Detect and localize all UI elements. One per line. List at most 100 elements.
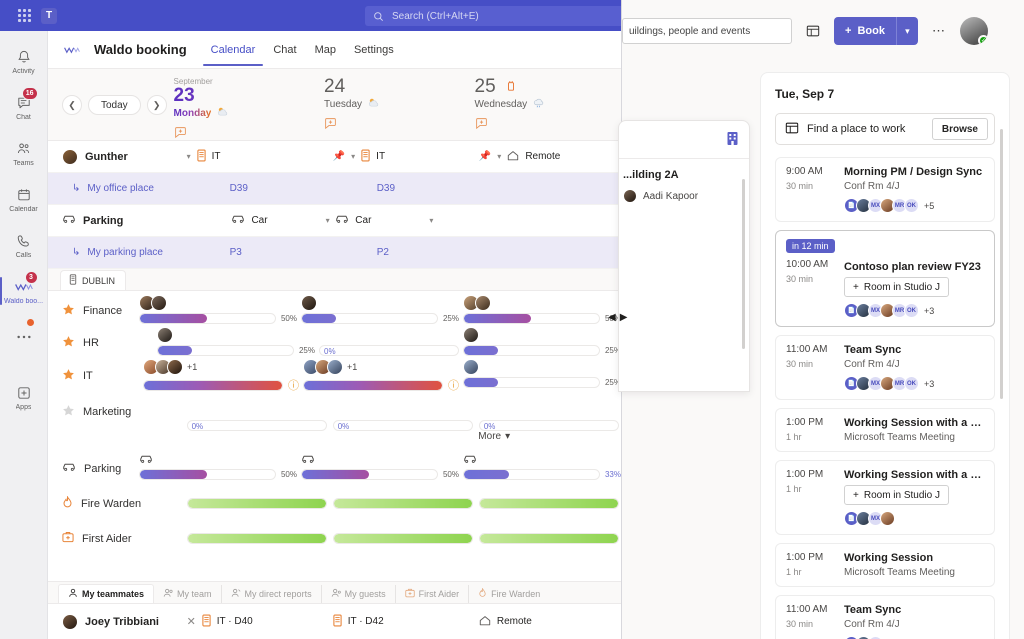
event-card[interactable]: 11:00 AM 30 min Team Sync Conf Rm 4/J 📄 … <box>775 335 995 400</box>
cell-day2[interactable]: 📌 ▾ IT <box>329 149 475 165</box>
dept-cell-day1[interactable]: 0% <box>183 393 329 431</box>
avatar[interactable]: ✓ <box>959 17 988 45</box>
capacity-warning-icon[interactable]: ⓘ <box>448 377 459 393</box>
sidebar-item-activity[interactable]: Activity <box>0 39 48 83</box>
list-item[interactable]: Aadi Kapoor <box>623 189 741 203</box>
dept-cell-day1[interactable]: +1 ⓘ <box>139 359 299 393</box>
facility-cell-day3[interactable] <box>475 498 621 509</box>
tab-chat[interactable]: Chat <box>271 34 298 65</box>
dept-cell-day3[interactable]: 0% <box>475 393 621 431</box>
tab-map[interactable]: Map <box>313 34 338 65</box>
facility-cell-day2[interactable] <box>329 533 475 544</box>
facility-cell-day2[interactable]: 50% <box>297 451 459 486</box>
cell-day1[interactable]: D39 <box>180 183 327 194</box>
dept-cell-day3[interactable]: 25% <box>459 327 621 359</box>
agenda-scrollbar[interactable] <box>1000 129 1003 399</box>
event-card[interactable]: 9:00 AM 30 min Morning PM / Design Sync … <box>775 157 995 222</box>
table-row-parking[interactable]: Parking Car ▾ Car ▾ <box>48 205 621 237</box>
sidebar-item-chat[interactable]: 16 Chat <box>0 85 48 129</box>
add-room-button[interactable]: + Room in Studio J <box>844 277 949 297</box>
facility-cell-day2[interactable] <box>329 498 475 509</box>
facility-row-fire-warden[interactable]: Fire Warden <box>48 486 621 521</box>
tab-dublin[interactable]: DUBLIN <box>60 270 127 290</box>
tab-my-teammates[interactable]: My teammates <box>58 584 155 603</box>
star-icon[interactable] <box>62 335 75 351</box>
more-button[interactable]: More ▾ <box>478 431 621 442</box>
tab-first-aider[interactable]: First Aider <box>395 585 470 603</box>
event-card[interactable]: 1:00 PM 1 hr Working Session with a very… <box>775 460 995 535</box>
dept-row-hr[interactable]: HR 25% 0% 25% <box>48 327 621 359</box>
facility-cell-day1[interactable] <box>183 533 329 544</box>
panel-scrollbar[interactable] <box>742 179 745 349</box>
cell-day1[interactable]: ✕ IT · D40 <box>183 614 329 630</box>
facility-row-parking[interactable]: Parking 50% 50% 33% <box>48 451 621 486</box>
table-row-office-place[interactable]: ↳ My office place D39 D39 <box>48 173 621 205</box>
cell-day2[interactable]: D39 <box>327 183 474 194</box>
find-place-to-work[interactable]: Find a place to work Browse <box>775 113 995 145</box>
chevron-down-icon[interactable]: ▾ <box>326 216 330 225</box>
dept-row-it[interactable]: IT +1 ⓘ +1 ⓘ 25% <box>48 359 621 393</box>
building-icon[interactable] <box>726 131 739 149</box>
day-column-23[interactable]: September 23 Monday <box>170 77 320 140</box>
add-event-icon[interactable] <box>475 117 621 133</box>
add-room-button[interactable]: + Room in Studio J <box>844 485 949 505</box>
arrow-left-icon[interactable]: ◀ <box>608 312 616 323</box>
cell-day2[interactable]: Car ▾ <box>331 214 476 227</box>
today-button[interactable]: Today <box>88 95 141 115</box>
cell-day2[interactable]: P2 <box>327 247 474 258</box>
app-launcher-icon[interactable] <box>18 9 31 22</box>
facility-cell-day1[interactable]: 50% <box>135 451 297 486</box>
chevron-down-icon[interactable]: ▾ <box>187 152 191 161</box>
table-row-joey[interactable]: Joey Tribbiani ✕ IT · D40 IT · D42 Remot… <box>48 603 621 639</box>
close-icon[interactable]: ✕ <box>187 615 196 628</box>
tab-calendar[interactable]: Calendar <box>202 34 263 66</box>
dept-cell-day2[interactable]: 25% <box>297 295 459 327</box>
chevron-down-icon[interactable]: ▾ <box>497 152 501 161</box>
chevron-down-icon[interactable]: ▾ <box>351 152 355 161</box>
add-event-icon[interactable] <box>174 126 320 142</box>
capacity-warning-icon[interactable]: ⓘ <box>288 377 299 393</box>
book-dropdown-button[interactable]: ▾ <box>895 17 918 45</box>
next-day-button[interactable]: ❯ <box>146 95 167 115</box>
dept-cell-day2[interactable]: 0% <box>329 393 475 431</box>
cell-day1[interactable]: Car ▾ <box>181 214 331 227</box>
dept-cell-day2[interactable]: +1 ⓘ <box>299 359 459 393</box>
tab-my-direct-reports[interactable]: My direct reports <box>221 585 322 603</box>
facility-cell-day1[interactable] <box>183 498 329 509</box>
chevron-down-icon[interactable]: ▾ <box>429 216 433 225</box>
browse-button[interactable]: Browse <box>931 118 988 140</box>
dept-cell-day1[interactable]: 50% <box>135 295 297 327</box>
event-card[interactable]: 1:00 PM 1 hr Working Session with a very… <box>775 408 995 452</box>
cell-day1[interactable]: P3 <box>180 247 327 258</box>
tab-my-team[interactable]: My team <box>154 585 222 603</box>
event-card[interactable]: 11:00 AM 30 min Team Sync Conf Rm 4/J 📄 … <box>775 595 995 639</box>
cell-day3[interactable]: Remote <box>475 615 621 629</box>
sidebar-item-calendar[interactable]: Calendar <box>0 177 48 221</box>
sidebar-item-apps[interactable]: Apps <box>0 375 48 419</box>
dept-cell-day1[interactable]: 25% <box>153 327 315 359</box>
dept-cell-day3[interactable]: 25% <box>459 359 621 393</box>
table-row-gunther[interactable]: Gunther ▾ IT 📌 ▾ IT 📌 ▾ Remote <box>48 141 621 173</box>
sidebar-item-teams[interactable]: Teams <box>0 131 48 175</box>
add-event-icon[interactable] <box>324 117 470 133</box>
tab-fire-warden[interactable]: Fire Warden <box>469 585 550 603</box>
cell-day3[interactable]: 📌 ▾ Remote <box>475 150 621 164</box>
grid-view-icon[interactable] <box>802 20 824 42</box>
sidebar-item-waldo-booking[interactable]: 3 Waldo boo... <box>0 269 48 313</box>
arrow-right-icon[interactable]: ▶ <box>620 312 628 323</box>
event-card[interactable]: 1:00 PM 1 hr Working Session Microsoft T… <box>775 543 995 587</box>
dept-cell-day3[interactable]: 50% <box>459 295 621 327</box>
dept-row-finance[interactable]: Finance 50% 25% 50% <box>48 295 621 327</box>
cell-day1[interactable]: ▾ IT <box>183 149 329 165</box>
dept-cell-day2[interactable]: 0% <box>315 327 459 359</box>
star-icon[interactable] <box>62 303 75 319</box>
prev-day-button[interactable]: ❮ <box>62 95 82 115</box>
pin-icon[interactable]: 📌 <box>479 151 491 162</box>
search-input[interactable]: Search (Ctrl+Alt+E) <box>365 6 621 26</box>
day-column-25[interactable]: 25 Wednesday <box>471 77 621 140</box>
day-column-24[interactable]: 24 Tuesday <box>320 77 470 140</box>
table-row-parking-place[interactable]: ↳ My parking place P3 P2 <box>48 237 621 269</box>
facility-row-first-aider[interactable]: First Aider <box>48 521 621 556</box>
star-icon[interactable] <box>62 404 75 420</box>
event-card[interactable]: in 12 min 10:00 AM 30 min Contoso plan r… <box>775 230 995 327</box>
